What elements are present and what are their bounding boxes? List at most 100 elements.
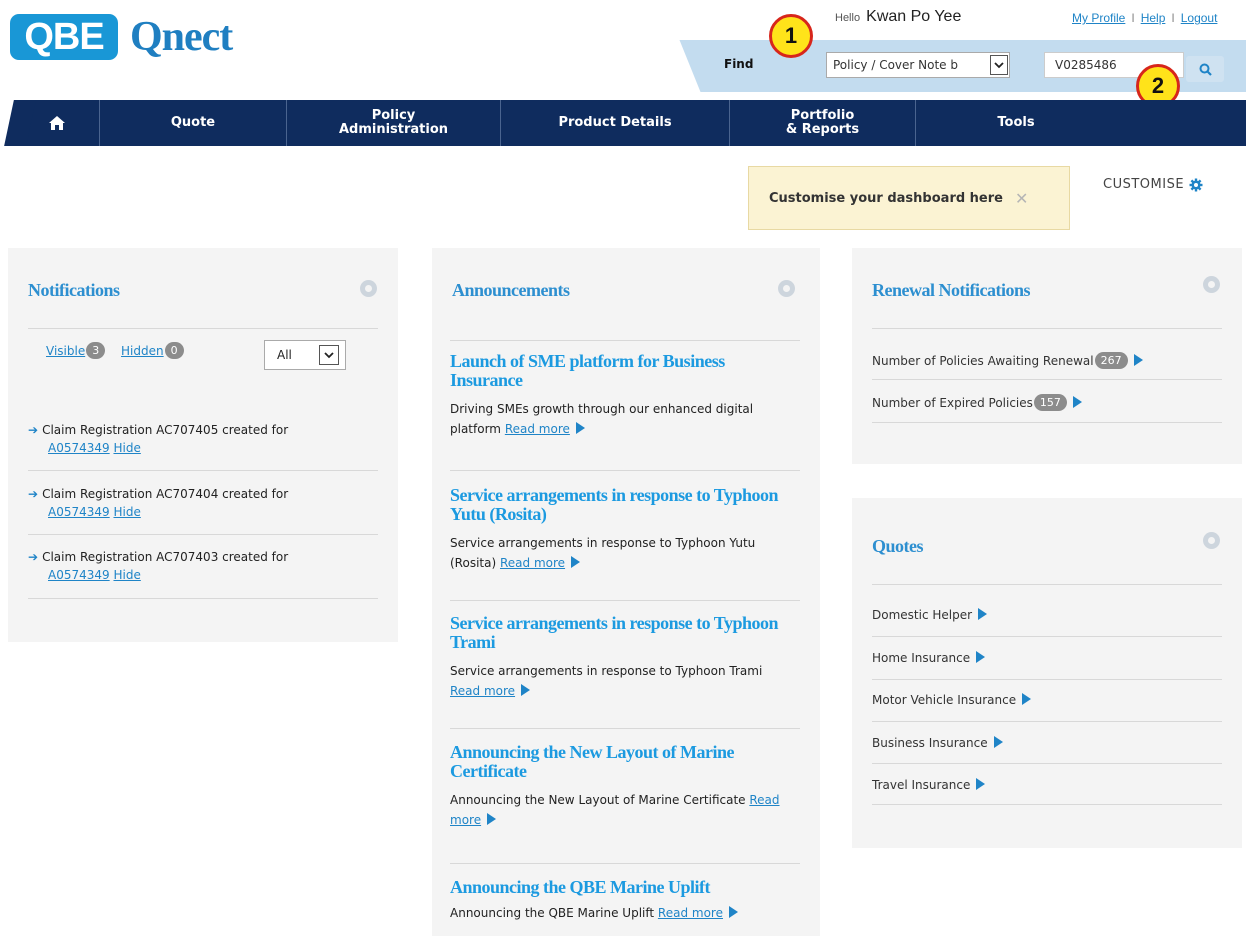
play-arrow-icon xyxy=(976,778,986,790)
my-profile-link[interactable]: My Profile xyxy=(1072,11,1125,25)
divider xyxy=(28,328,378,329)
hide-link[interactable]: Hide xyxy=(113,505,140,519)
nav-quote[interactable]: Quote xyxy=(100,100,287,146)
renewal-row[interactable]: Number of Policies Awaiting Renewal 267 xyxy=(872,352,1143,369)
visible-count-badge: 3 xyxy=(86,342,106,359)
notification-text: Claim Registration AC707405 created for xyxy=(42,423,289,437)
announcement-text: Service arrangements in response to Typh… xyxy=(450,536,756,570)
renewal-notifications-panel: Renewal Notifications Number of Policies… xyxy=(852,248,1242,464)
hidden-count-badge: 0 xyxy=(164,342,184,359)
divider xyxy=(872,763,1222,764)
panel-settings-icon[interactable] xyxy=(360,280,377,297)
user-greeting: Hello Kwan Po Yee xyxy=(835,8,961,26)
panel-settings-icon[interactable] xyxy=(1203,532,1220,549)
read-more-link[interactable]: Read more xyxy=(658,906,723,920)
panel-settings-icon[interactable] xyxy=(778,280,795,297)
play-arrow-icon xyxy=(1022,693,1032,705)
announcement-body: Announcing the QBE Marine Uplift Read mo… xyxy=(450,903,785,923)
policy-ref-link[interactable]: A0574349 xyxy=(48,568,110,582)
divider xyxy=(28,598,378,599)
panel-settings-icon[interactable] xyxy=(1203,276,1220,293)
quotes-panel: Quotes Domestic Helper Home Insurance Mo… xyxy=(852,498,1242,848)
quotes-title: Quotes xyxy=(872,536,924,556)
quote-item-home-insurance[interactable]: Home Insurance xyxy=(872,651,986,665)
user-name: Kwan Po Yee xyxy=(866,8,962,25)
divider xyxy=(28,534,378,535)
divider xyxy=(450,728,800,729)
visible-tab[interactable]: Visible 3 xyxy=(46,342,106,359)
play-arrow-icon xyxy=(487,813,497,825)
announcement-text: Announcing the New Layout of Marine Cert… xyxy=(450,793,746,807)
renewal-row[interactable]: Number of Expired Policies 157 xyxy=(872,394,1082,411)
nav-portfolio-reports[interactable]: Portfolio & Reports xyxy=(730,100,916,146)
announcement-heading[interactable]: Service arrangements in response to Typh… xyxy=(450,614,785,652)
help-link[interactable]: Help xyxy=(1141,11,1166,25)
find-type-value: Policy / Cover Note b xyxy=(833,58,958,72)
notification-filter-select[interactable]: All xyxy=(264,340,346,370)
announcement-heading[interactable]: Announcing the New Layout of Marine Cert… xyxy=(450,743,785,781)
hide-link[interactable]: Hide xyxy=(113,441,140,455)
announcement-body: Service arrangements in response to Typh… xyxy=(450,533,785,573)
qbe-qnect-logo[interactable]: QBE Qnect xyxy=(10,14,233,60)
announcement-body: Announcing the New Layout of Marine Cert… xyxy=(450,790,785,830)
divider xyxy=(450,470,800,471)
quote-label: Travel Insurance xyxy=(872,778,971,792)
search-button[interactable] xyxy=(1186,56,1224,82)
announcements-panel: Announcements Launch of SME platform for… xyxy=(432,248,820,936)
logo-product: Qnect xyxy=(130,14,233,60)
notification-text: Claim Registration AC707403 created for xyxy=(42,550,289,564)
divider xyxy=(872,679,1222,680)
hide-link[interactable]: Hide xyxy=(113,568,140,582)
nav-policy-administration[interactable]: Policy Administration xyxy=(287,100,501,146)
quote-item-domestic-helper[interactable]: Domestic Helper xyxy=(872,608,988,622)
renewal-count-badge: 267 xyxy=(1094,352,1128,369)
arrow-right-icon: ➔ xyxy=(28,550,39,564)
nav-product-details[interactable]: Product Details xyxy=(501,100,730,146)
quote-item-business-insurance[interactable]: Business Insurance xyxy=(872,736,1003,750)
announcement-item: Service arrangements in response to Typh… xyxy=(450,486,785,573)
notifications-title: Notifications xyxy=(28,280,120,300)
chevron-down-icon[interactable] xyxy=(990,55,1008,75)
nav-tools[interactable]: Tools xyxy=(916,100,1116,146)
announcement-item: Announcing the New Layout of Marine Cert… xyxy=(450,743,785,830)
divider xyxy=(450,863,800,864)
quote-item-travel-insurance[interactable]: Travel Insurance xyxy=(872,778,986,792)
find-type-select[interactable]: Policy / Cover Note b xyxy=(826,52,1010,78)
divider xyxy=(872,804,1222,805)
visible-label: Visible xyxy=(46,344,86,358)
hidden-label: Hidden xyxy=(121,344,164,358)
policy-ref-link[interactable]: A0574349 xyxy=(48,505,110,519)
top-links: My Profile I Help I Logout xyxy=(1072,11,1217,25)
home-icon xyxy=(49,116,65,130)
read-more-link[interactable]: Read more xyxy=(500,556,565,570)
divider xyxy=(872,636,1222,637)
quote-item-motor-vehicle-insurance[interactable]: Motor Vehicle Insurance xyxy=(872,693,1032,707)
link-separator: I xyxy=(1171,11,1175,25)
close-icon[interactable]: ✕ xyxy=(1015,189,1028,208)
logout-link[interactable]: Logout xyxy=(1181,11,1218,25)
arrow-right-icon: ➔ xyxy=(28,487,39,501)
logo-brand: QBE xyxy=(10,14,118,60)
read-more-link[interactable]: Read more xyxy=(450,684,515,698)
announcement-heading[interactable]: Announcing the QBE Marine Uplift xyxy=(450,878,785,897)
play-arrow-icon xyxy=(978,608,988,620)
policy-ref-link[interactable]: A0574349 xyxy=(48,441,110,455)
announcement-heading[interactable]: Service arrangements in response to Typh… xyxy=(450,486,785,524)
announcement-text: Service arrangements in response to Typh… xyxy=(450,664,763,678)
nav-label-text: Policy Administration xyxy=(338,108,449,137)
notification-item: ➔ Claim Registration AC707403 created for… xyxy=(28,548,368,584)
visibility-filter: Visible 3 Hidden 0 xyxy=(46,342,184,359)
customise-label: CUSTOMISE xyxy=(1103,177,1185,192)
callout-marker-1: 1 xyxy=(769,14,813,58)
read-more-link[interactable]: Read more xyxy=(505,422,570,436)
chevron-down-icon[interactable] xyxy=(319,345,339,365)
divider xyxy=(872,584,1222,585)
quote-label: Domestic Helper xyxy=(872,608,973,622)
announcement-text: Driving SMEs growth through our enhanced… xyxy=(450,402,754,436)
announcement-heading[interactable]: Launch of SME platform for Business Insu… xyxy=(450,352,785,390)
customise-button[interactable]: CUSTOMISE xyxy=(1103,177,1203,192)
nav-policy-administration-label: Policy Administration xyxy=(339,109,448,137)
nav-home[interactable] xyxy=(15,100,100,146)
hidden-tab[interactable]: Hidden 0 xyxy=(121,342,184,359)
play-arrow-icon xyxy=(976,651,986,663)
